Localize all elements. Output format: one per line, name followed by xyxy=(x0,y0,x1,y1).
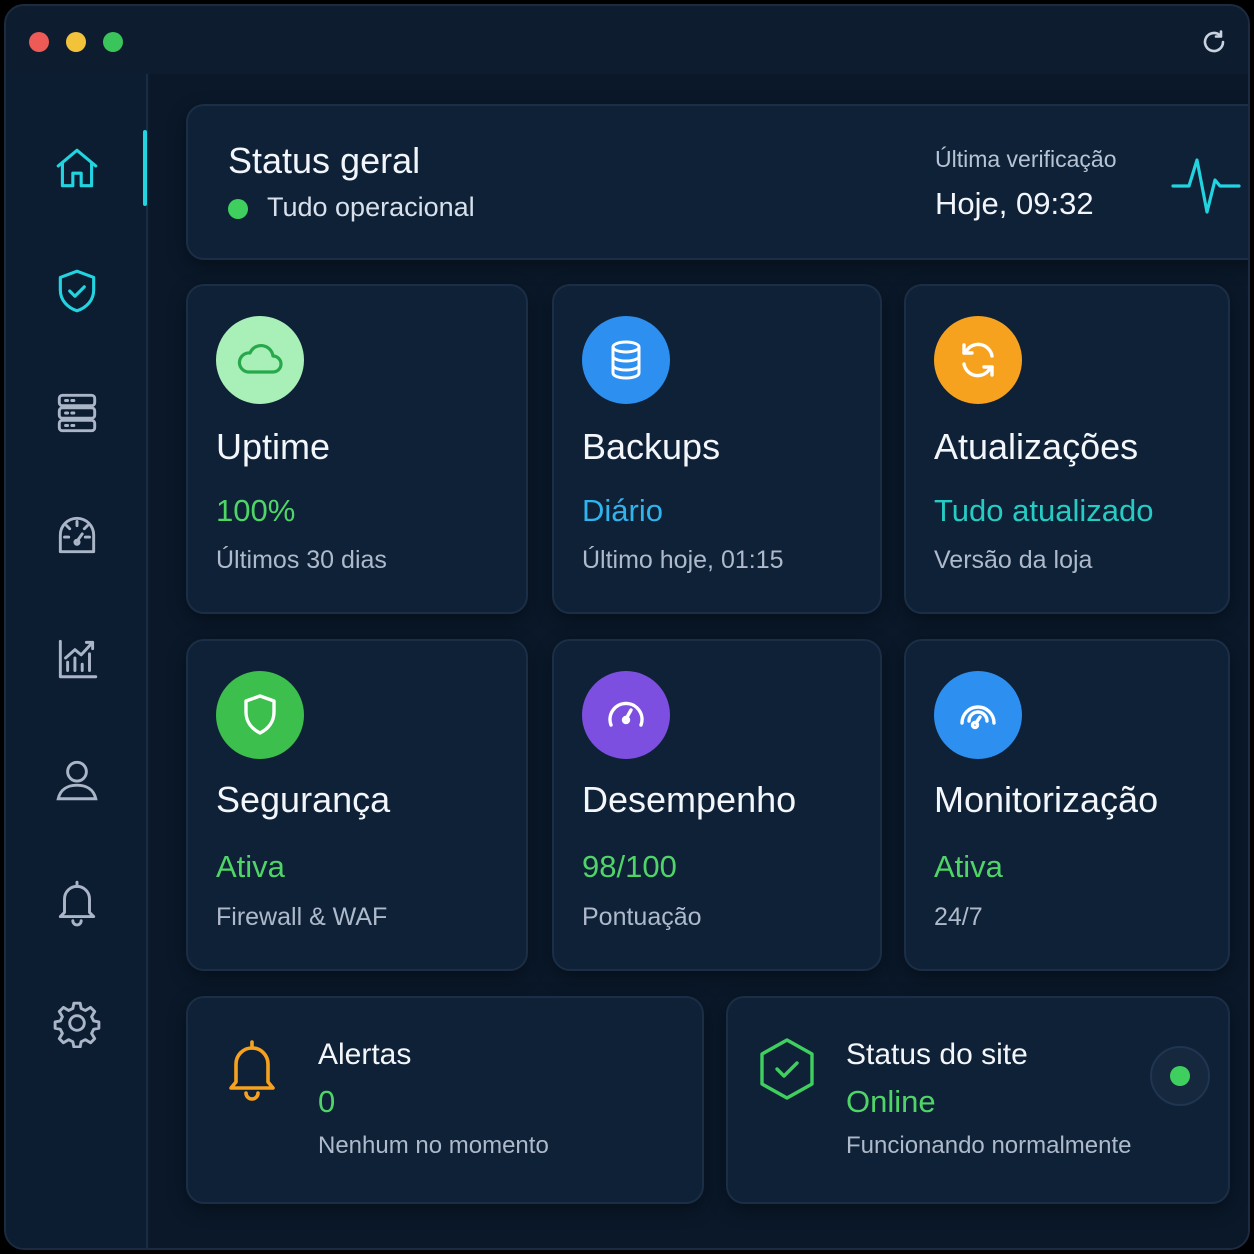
database-icon xyxy=(582,316,670,404)
tile-subtitle: Últimos 30 dias xyxy=(216,546,387,574)
tile-subtitle: 24/7 xyxy=(934,903,983,931)
status-title: Status geral xyxy=(228,140,421,181)
refresh-icon[interactable] xyxy=(1200,28,1228,56)
sidebar-item-home[interactable] xyxy=(50,141,104,195)
refresh-icon xyxy=(934,316,1022,404)
maximize-window-button[interactable] xyxy=(103,32,123,52)
tile-subtitle: Último hoje, 01:15 xyxy=(582,546,784,574)
sidebar-item-analytics[interactable] xyxy=(50,631,104,685)
status-subtitle: Tudo operacional xyxy=(267,192,475,222)
site-status-card[interactable]: Status do site Online Funcionando normal… xyxy=(726,996,1230,1204)
tile-value: 100% xyxy=(216,493,296,528)
tile-value: Tudo atualizado xyxy=(934,493,1154,528)
alerts-count: 0 xyxy=(318,1084,336,1119)
sidebar xyxy=(6,74,148,1248)
app-window: Status geral Tudo operacional Última ver… xyxy=(4,4,1250,1250)
gauge-icon xyxy=(58,516,96,554)
shield-check-icon xyxy=(58,269,96,313)
server-icon xyxy=(57,393,97,433)
tile-subtitle: Versão da loja xyxy=(934,546,1093,574)
tile-title: Monitorização xyxy=(934,779,1159,820)
hexagon-check-icon xyxy=(760,1038,814,1100)
tile-subtitle: Firewall & WAF xyxy=(216,903,388,931)
sidebar-item-notifications[interactable] xyxy=(50,875,104,929)
sidebar-item-performance[interactable] xyxy=(50,508,104,562)
online-indicator xyxy=(1150,1046,1210,1106)
shield-icon xyxy=(216,671,304,759)
gear-icon xyxy=(53,1001,101,1048)
performance-card[interactable]: Desempenho 98/100 Pontuação xyxy=(552,639,882,971)
tile-value: Ativa xyxy=(216,849,285,884)
active-nav-indicator xyxy=(143,130,147,206)
alerts-card[interactable]: Alertas 0 Nenhum no momento xyxy=(186,996,704,1204)
tile-title: Backups xyxy=(582,426,721,467)
bell-icon xyxy=(58,880,96,927)
status-indicator-dot xyxy=(228,199,248,219)
tile-title: Atualizações xyxy=(934,426,1139,467)
online-dot xyxy=(1170,1066,1190,1086)
site-status-value: Online xyxy=(846,1084,936,1119)
site-status-title: Status do site xyxy=(846,1038,1028,1071)
alerts-subtitle: Nenhum no momento xyxy=(318,1132,549,1159)
dashboard-main: Status geral Tudo operacional Última ver… xyxy=(150,74,1248,1248)
tile-value: 98/100 xyxy=(582,849,677,884)
title-bar xyxy=(6,6,1248,74)
overall-status-card: Status geral Tudo operacional Última ver… xyxy=(186,104,1248,260)
uptime-card[interactable]: Uptime 100% Últimos 30 dias xyxy=(186,284,528,614)
analytics-icon xyxy=(58,639,98,679)
security-card[interactable]: Segurança Ativa Firewall & WAF xyxy=(186,639,528,971)
backups-card[interactable]: Backups Diário Último hoje, 01:15 xyxy=(552,284,882,614)
updates-card[interactable]: Atualizações Tudo atualizado Versão da l… xyxy=(904,284,1230,614)
sidebar-item-settings[interactable] xyxy=(50,996,104,1050)
bell-icon xyxy=(229,1040,275,1101)
site-status-subtitle: Funcionando normalmente xyxy=(846,1132,1132,1159)
pulse-icon xyxy=(1171,158,1241,214)
sidebar-item-servers[interactable] xyxy=(50,386,104,440)
monitoring-icon xyxy=(934,671,1022,759)
speedometer-icon xyxy=(582,671,670,759)
last-check-label: Última verificação xyxy=(935,146,1117,172)
alerts-title: Alertas xyxy=(318,1038,412,1071)
cloud-icon xyxy=(216,316,304,404)
tile-subtitle: Pontuação xyxy=(582,903,702,931)
sidebar-item-security[interactable] xyxy=(50,264,104,318)
monitoring-card[interactable]: Monitorização Ativa 24/7 xyxy=(904,639,1230,971)
sidebar-item-account[interactable] xyxy=(50,753,104,807)
home-icon xyxy=(56,148,98,188)
minimize-window-button[interactable] xyxy=(66,32,86,52)
user-icon xyxy=(56,760,98,801)
tile-value: Ativa xyxy=(934,849,1003,884)
tile-title: Desempenho xyxy=(582,779,797,820)
tile-title: Segurança xyxy=(216,779,391,820)
tile-title: Uptime xyxy=(216,426,331,467)
close-window-button[interactable] xyxy=(29,32,49,52)
last-check-value: Hoje, 09:32 xyxy=(935,186,1094,221)
tile-value: Diário xyxy=(582,493,663,528)
